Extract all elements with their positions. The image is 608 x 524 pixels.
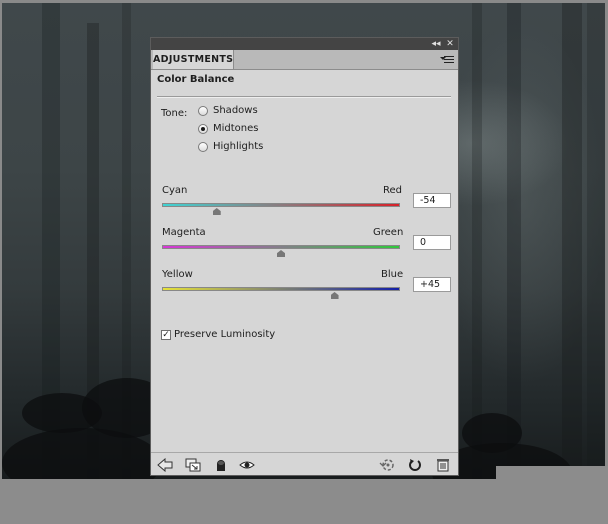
radio-button-icon[interactable] (198, 141, 208, 152)
divider (157, 96, 451, 98)
adjustment-title: Color Balance (157, 74, 235, 85)
collapse-icon[interactable]: ◂◂ (431, 39, 441, 49)
radio-midtones[interactable]: Midtones (198, 123, 259, 134)
close-icon[interactable]: ✕ (445, 39, 455, 49)
previous-state-icon[interactable] (379, 458, 395, 472)
panel-tab-row: ADJUSTMENTS (151, 50, 458, 70)
preserve-luminosity-label: Preserve Luminosity (174, 329, 276, 340)
cyan-red-value-input[interactable]: -54 (413, 193, 451, 208)
panel-titlebar[interactable]: ◂◂ ✕ (151, 38, 458, 50)
clip-to-layer-icon[interactable] (185, 458, 201, 472)
slider-green-label: Green (373, 227, 404, 238)
trash-icon[interactable] (435, 458, 451, 472)
radio-button-icon[interactable] (198, 105, 208, 116)
adjustments-panel: ◂◂ ✕ ADJUSTMENTS Color Balance Tone: Sha… (150, 37, 459, 476)
tab-adjustments[interactable]: ADJUSTMENTS (153, 50, 234, 69)
yellow-blue-value-input[interactable]: +45 (413, 277, 451, 292)
panel-footer (151, 452, 458, 476)
radio-midtones-label: Midtones (213, 123, 259, 134)
magenta-green-value-input[interactable]: 0 (413, 235, 451, 250)
yellow-blue-slider-track[interactable] (162, 287, 400, 291)
radio-highlights-label: Highlights (213, 141, 264, 152)
reset-icon[interactable] (407, 458, 423, 472)
radio-shadows[interactable]: Shadows (198, 105, 258, 116)
slider-blue-label: Blue (381, 269, 404, 280)
panel-menu-icon[interactable] (440, 54, 454, 65)
visibility-eye-icon[interactable] (239, 458, 255, 472)
radio-button-selected-icon[interactable] (198, 123, 208, 134)
canvas-gray-area-right (496, 466, 608, 480)
radio-highlights[interactable]: Highlights (198, 141, 263, 152)
slider-magenta-label: Magenta (162, 227, 206, 238)
mask-icon[interactable] (213, 458, 229, 472)
checkbox-checked-icon[interactable]: ✓ (161, 329, 171, 340)
slider-yellow-label: Yellow (162, 269, 193, 280)
slider-red-label: Red (383, 185, 402, 196)
magenta-green-slider-track[interactable] (162, 245, 400, 249)
slider-cyan-label: Cyan (162, 185, 188, 196)
canvas-gray-area (0, 479, 608, 524)
cyan-red-slider-track[interactable] (162, 203, 400, 207)
back-arrow-icon[interactable] (157, 458, 173, 472)
radio-shadows-label: Shadows (213, 105, 258, 116)
preserve-luminosity-checkbox[interactable]: ✓ Preserve Luminosity (161, 329, 275, 340)
tone-label: Tone: (161, 108, 188, 119)
